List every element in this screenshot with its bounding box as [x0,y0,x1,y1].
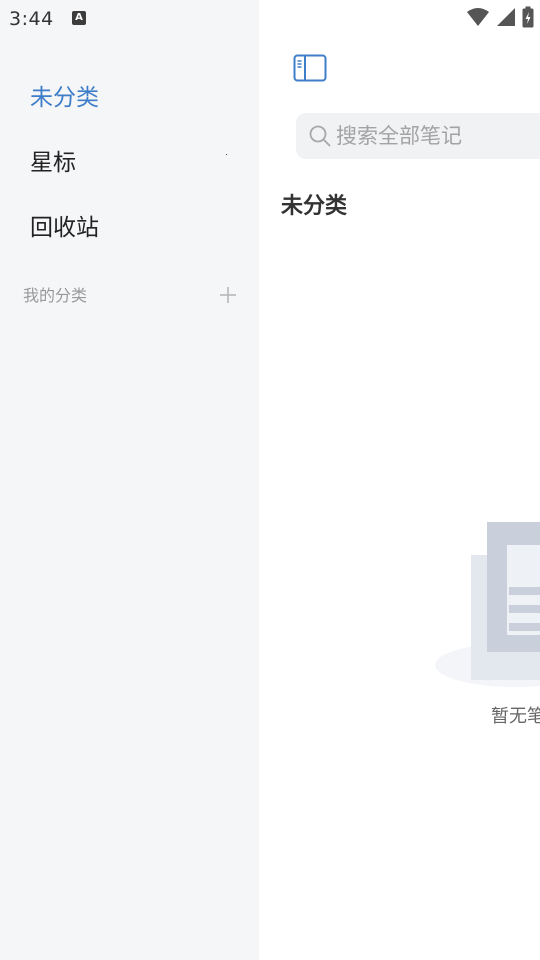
plus-icon[interactable] [217,284,239,306]
empty-state-text: 暂无笔 [491,706,540,727]
sidebar-item-starred[interactable]: 星标 [30,148,76,178]
sidebar-item-trash[interactable]: 回收站 [30,213,99,243]
status-time: 3:44 [9,8,54,30]
status-icons [466,6,534,28]
my-categories-heading: 我的分类 [23,286,88,305]
divider-dot [226,154,227,155]
wifi-icon [467,8,489,26]
battery-charging-icon [522,6,534,28]
cellular-signal-icon [497,8,515,26]
sidebar-toggle-icon[interactable] [293,54,327,82]
sidebar-item-uncategorized[interactable]: 未分类 [30,83,99,113]
main-panel: 搜索全部笔记 未分类 暂无笔 [259,0,540,960]
sidebar-drawer: 3:44 A 未分类 星标 回收站 我的分类 [0,0,259,960]
empty-notes-illustration [435,522,540,687]
keyboard-notification-icon: A [72,11,86,25]
search-input[interactable]: 搜索全部笔记 [296,113,540,159]
search-icon [309,125,331,147]
search-placeholder: 搜索全部笔记 [336,124,462,148]
app-screen: 3:44 A 未分类 星标 回收站 我的分类 搜索全部笔记 未分类 暂无笔 [0,0,540,960]
page-title: 未分类 [281,194,348,219]
